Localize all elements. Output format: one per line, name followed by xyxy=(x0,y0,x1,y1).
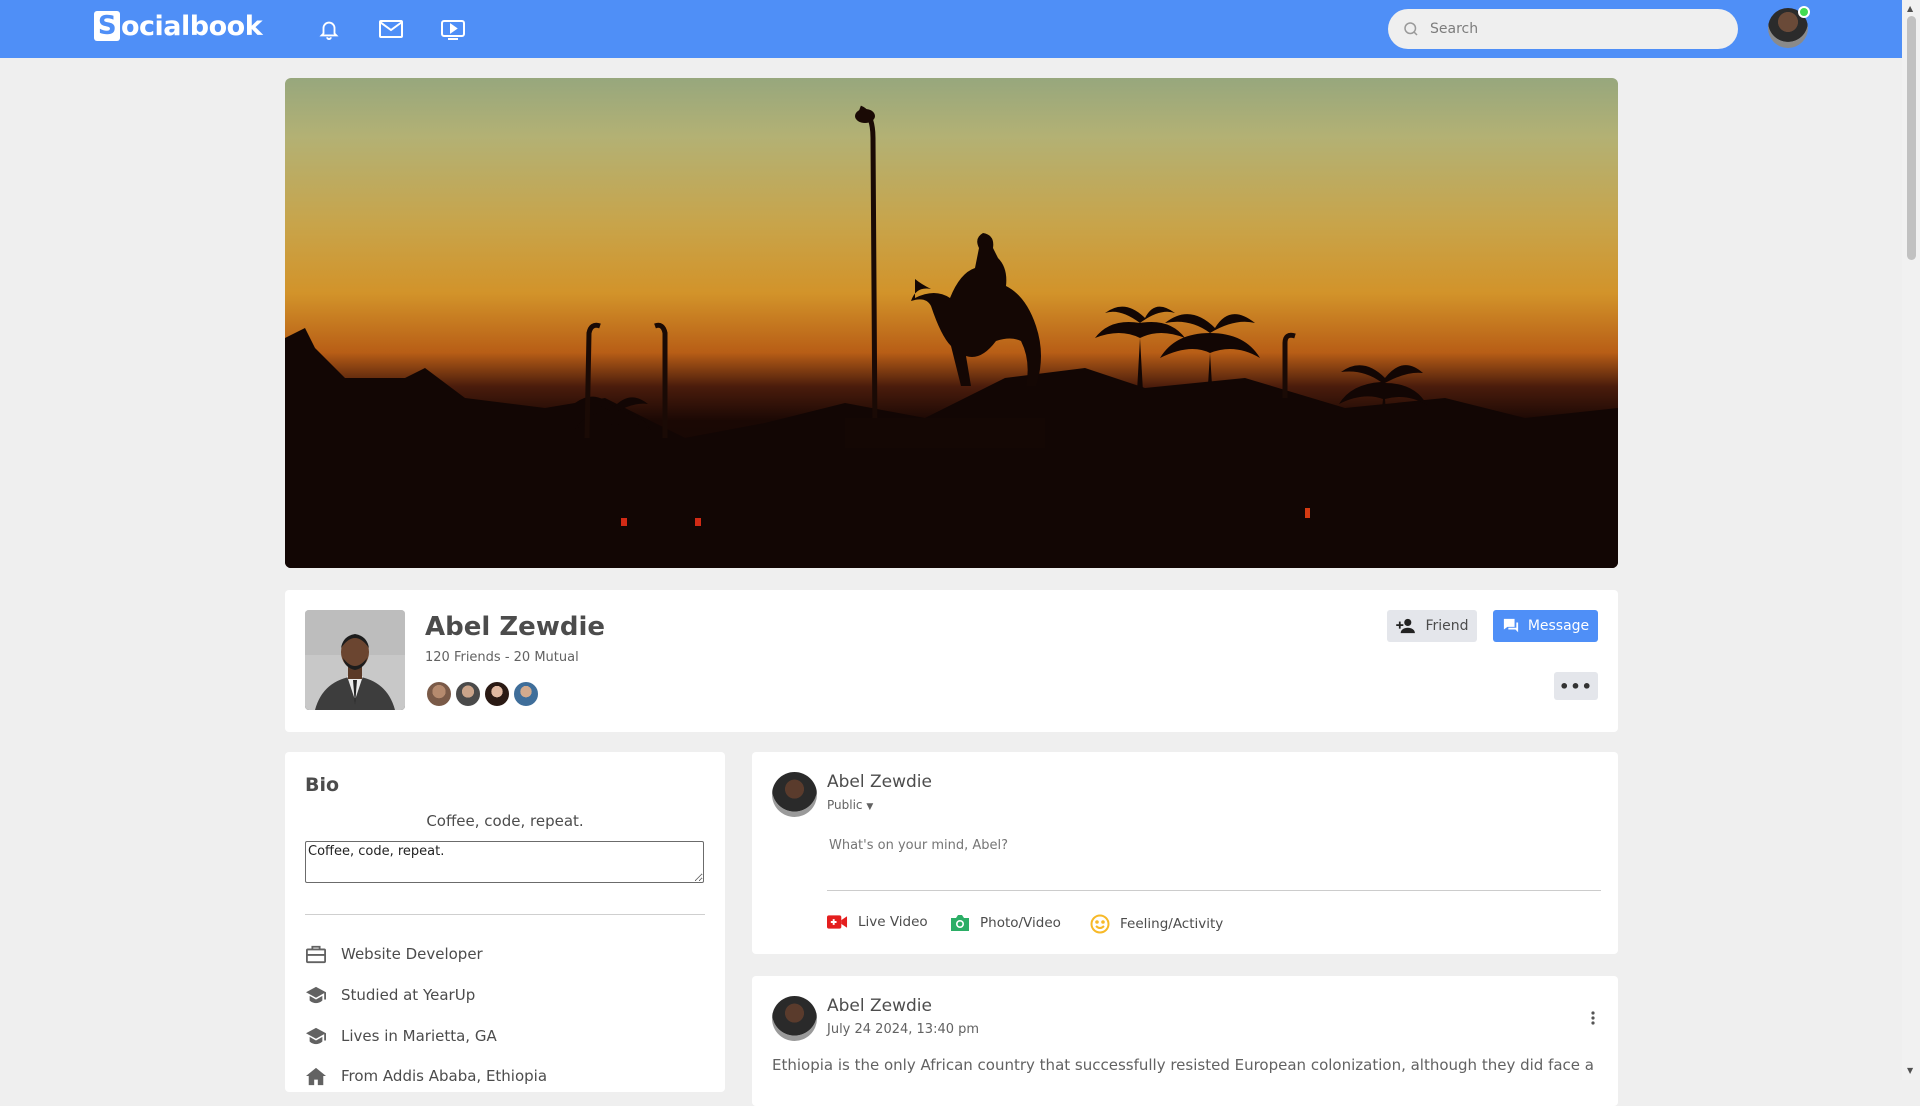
composer-user-name: Abel Zewdie xyxy=(827,772,932,792)
logo-letter: S xyxy=(94,11,120,41)
mail-icon[interactable] xyxy=(376,14,406,44)
post-author-name[interactable]: Abel Zewdie xyxy=(827,996,932,1016)
post-timestamp: July 24 2024, 13:40 pm xyxy=(827,1022,980,1037)
profile-details-card: Abel Zewdie 120 Friends - 20 Mutual Frie… xyxy=(285,590,1618,732)
post-author-avatar[interactable] xyxy=(772,996,817,1041)
more-options-button[interactable]: ••• xyxy=(1554,672,1598,700)
post-text-input[interactable] xyxy=(827,836,1601,891)
graduation-cap-icon xyxy=(306,986,326,1004)
camera-icon xyxy=(951,915,969,931)
profile-name: Abel Zewdie xyxy=(425,612,605,642)
friends-count[interactable]: 120 Friends - 20 Mutual xyxy=(425,650,579,665)
message-button-label: Message xyxy=(1527,618,1590,634)
post-card: Abel Zewdie July 24 2024, 13:40 pm Ethio… xyxy=(752,976,1618,1106)
photo-video-action[interactable]: Photo/Video xyxy=(950,914,1061,932)
bio-item-education: Studied at YearUp xyxy=(305,985,475,1005)
mutual-friend-avatar[interactable] xyxy=(483,680,511,708)
caret-down-icon: ▼ xyxy=(866,802,874,812)
home-icon xyxy=(306,1067,326,1086)
live-video-icon xyxy=(827,915,848,929)
message-button[interactable]: Message xyxy=(1493,610,1598,642)
bio-card: Bio Coffee, code, repeat. Coffee, code, … xyxy=(285,752,725,1092)
privacy-selector[interactable]: Public ▼ xyxy=(827,798,873,812)
mutual-friend-avatar[interactable] xyxy=(425,680,453,708)
action-label: Photo/Video xyxy=(980,915,1061,931)
bio-item-label: Lives in Marietta, GA xyxy=(341,1027,497,1045)
briefcase-icon xyxy=(306,945,326,964)
post-text: Ethiopia is the only African country tha… xyxy=(772,1056,1594,1074)
feeling-activity-action[interactable]: Feeling/Activity xyxy=(1090,914,1223,934)
logo-text: ocialbook xyxy=(121,10,263,42)
bell-icon[interactable] xyxy=(314,14,344,44)
bio-divider xyxy=(305,914,705,915)
profile-picture[interactable] xyxy=(305,610,405,710)
online-status-dot xyxy=(1798,6,1810,18)
action-label: Live Video xyxy=(858,914,928,930)
bio-item-label: Studied at YearUp xyxy=(341,986,476,1004)
bio-textarea[interactable]: Coffee, code, repeat. xyxy=(305,841,704,883)
bio-text: Coffee, code, repeat. xyxy=(426,812,584,830)
bio-item-hometown: From Addis Ababa, Ethiopia xyxy=(305,1066,547,1086)
chat-icon xyxy=(1503,618,1518,633)
smiley-icon xyxy=(1090,914,1110,934)
bio-title: Bio xyxy=(305,774,340,796)
composer-avatar[interactable] xyxy=(772,772,817,817)
video-icon[interactable] xyxy=(438,14,468,44)
search-icon xyxy=(1404,22,1418,36)
add-friend-button[interactable]: Friend xyxy=(1387,610,1477,642)
scroll-up-arrow-icon[interactable]: ▲ xyxy=(1907,4,1913,13)
privacy-label: Public xyxy=(827,798,863,812)
bio-item-location: Lives in Marietta, GA xyxy=(305,1026,497,1046)
bio-item-label: From Addis Ababa, Ethiopia xyxy=(341,1067,548,1085)
post-composer: Abel Zewdie Public ▼ Live Video Photo/Vi… xyxy=(752,752,1618,954)
page-scrollbar[interactable]: ▲ ▼ xyxy=(1902,0,1920,1080)
socialbook-logo[interactable]: Socialbook xyxy=(94,10,263,42)
graduation-cap-icon xyxy=(306,1027,326,1045)
live-video-action[interactable]: Live Video xyxy=(827,914,928,930)
scroll-down-arrow-icon[interactable]: ▼ xyxy=(1907,1066,1913,1075)
add-friend-icon xyxy=(1396,618,1416,634)
post-options-icon[interactable] xyxy=(1590,1010,1596,1030)
mutual-friend-avatar[interactable] xyxy=(454,680,482,708)
top-navbar: Socialbook xyxy=(0,0,1902,58)
bio-item-job: Website Developer xyxy=(305,944,483,964)
scroll-thumb[interactable] xyxy=(1907,16,1916,260)
search-input[interactable] xyxy=(1428,20,1722,38)
cover-photo xyxy=(285,78,1618,568)
friend-button-label: Friend xyxy=(1425,618,1469,634)
action-label: Feeling/Activity xyxy=(1120,916,1224,932)
mutual-friends-avatars xyxy=(425,680,541,708)
bio-item-label: Website Developer xyxy=(341,945,483,963)
mutual-friend-avatar[interactable] xyxy=(512,680,540,708)
search-bar xyxy=(1388,9,1738,49)
